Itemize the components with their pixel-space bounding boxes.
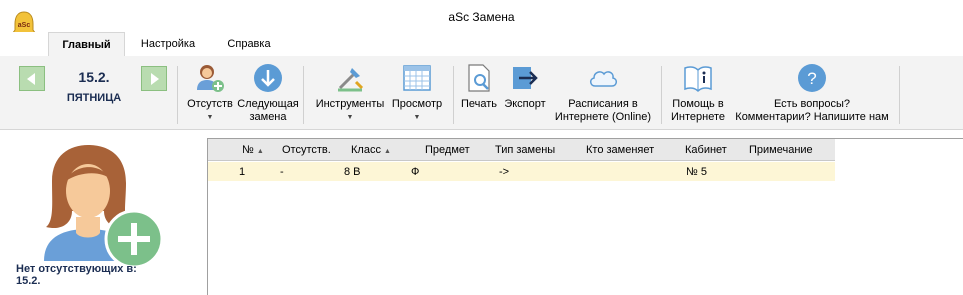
- questions-label: Есть вопросы? Комментарии? Напишите нам: [732, 98, 892, 124]
- questions-label-line2: Комментарии? Напишите нам: [735, 111, 889, 123]
- ribbon-separator: [453, 66, 454, 124]
- tools-button[interactable]: Инструменты ▼: [312, 62, 388, 128]
- arrow-right-icon: [151, 73, 159, 85]
- view-button[interactable]: Просмотр ▼: [388, 62, 446, 128]
- prev-day-button[interactable]: [19, 66, 45, 91]
- questions-label-line1: Есть вопросы?: [773, 98, 851, 110]
- online-help-label: Помощь в Интернете: [666, 98, 730, 124]
- dropdown-arrow-icon: ▼: [206, 114, 214, 121]
- current-date: 15.2.: [78, 69, 110, 85]
- ribbon-separator: [177, 66, 178, 124]
- cell-room: № 5: [686, 166, 707, 178]
- tab-settings[interactable]: Настройка: [133, 32, 203, 56]
- window-title: aSc Замена: [448, 10, 515, 24]
- dropdown-arrow-icon: ▼: [413, 114, 421, 121]
- tools-label: Инструменты: [315, 98, 385, 110]
- book-info-icon: [682, 62, 714, 94]
- online-help-button[interactable]: Помощь в Интернете: [666, 62, 730, 128]
- column-header-number-label: №: [242, 144, 254, 156]
- ribbon-separator: [303, 66, 304, 124]
- online-timetables-button[interactable]: Расписания в Интернете (Online): [551, 62, 655, 128]
- column-header-sub-type[interactable]: Тип замены: [495, 144, 555, 156]
- grid-header: № ▲ Отсутств. Класс ▲ Предмет Тип замены…: [208, 139, 835, 161]
- title-bar: aSc aSc Замена: [0, 0, 963, 40]
- substitutions-grid: № ▲ Отсутств. Класс ▲ Предмет Тип замены…: [207, 138, 963, 295]
- help-label-line2: Интернете: [671, 111, 725, 123]
- online-label-line2: Интернете (Online): [554, 111, 652, 123]
- column-header-note[interactable]: Примечание: [749, 144, 813, 156]
- column-header-subject[interactable]: Предмет: [425, 144, 470, 156]
- column-header-class-label: Класс: [351, 144, 381, 156]
- next-substitution-label: Следующая замена: [236, 98, 300, 124]
- next-substitution-label-line1: Следующая: [237, 98, 299, 110]
- view-label: Просмотр: [391, 98, 443, 110]
- next-substitution-button[interactable]: Следующая замена: [236, 62, 300, 128]
- ribbon-separator: [899, 66, 900, 124]
- online-label-line1: Расписания в: [568, 98, 638, 110]
- person-add-large-icon[interactable]: [30, 141, 166, 269]
- tools-icon: [334, 62, 366, 94]
- cell-absent: -: [280, 166, 284, 178]
- sort-up-icon: ▲: [384, 148, 391, 155]
- column-header-substitute[interactable]: Кто заменяет: [586, 144, 654, 156]
- tab-help[interactable]: Справка: [218, 32, 280, 56]
- current-weekday: ПЯТНИЦА: [66, 92, 122, 104]
- table-row[interactable]: 1 - 8 В Ф -> № 5: [208, 162, 835, 181]
- no-absent-line2: 15.2.: [16, 275, 41, 287]
- tab-main[interactable]: Главный: [48, 32, 125, 56]
- person-add-icon: [194, 62, 226, 94]
- column-header-class[interactable]: Класс ▲: [351, 144, 391, 156]
- no-absent-message: Нет отсутствующих в: 15.2.: [16, 263, 206, 287]
- cell-sub-type: ->: [499, 166, 510, 178]
- next-day-button[interactable]: [141, 66, 167, 91]
- export-label: Экспорт: [504, 98, 546, 110]
- table-grid-icon: [401, 62, 433, 94]
- export-arrow-icon: [509, 62, 541, 94]
- ribbon: 15.2. ПЯТНИЦА Отсутств ▼ Следующая замен…: [0, 56, 963, 130]
- print-label: Печать: [460, 98, 498, 110]
- export-button[interactable]: Экспорт: [500, 62, 550, 128]
- svg-text:?: ?: [807, 69, 816, 88]
- dropdown-arrow-icon: ▼: [346, 114, 354, 121]
- column-header-room[interactable]: Кабинет: [685, 144, 727, 156]
- ribbon-separator: [661, 66, 662, 124]
- no-absent-line1: Нет отсутствующих в:: [16, 263, 137, 275]
- cell-class: 8 В: [344, 166, 361, 178]
- print-preview-icon: [463, 62, 495, 94]
- question-circle-icon: ?: [796, 62, 828, 94]
- online-timetables-label: Расписания в Интернете (Online): [551, 98, 655, 124]
- cloud-icon: [587, 62, 619, 94]
- column-header-absent[interactable]: Отсутств.: [282, 144, 331, 156]
- absent-label: Отсутств: [187, 98, 233, 110]
- arrow-down-circle-icon: [252, 62, 284, 94]
- cell-subject: Ф: [411, 166, 420, 178]
- column-header-number[interactable]: № ▲: [242, 144, 264, 156]
- sort-up-icon: ▲: [256, 148, 264, 155]
- ribbon-tabs: Главный Настройка Справка: [0, 32, 963, 56]
- print-button[interactable]: Печать: [458, 62, 500, 128]
- help-label-line1: Помощь в: [672, 98, 724, 110]
- absent-button[interactable]: Отсутств ▼: [184, 62, 236, 128]
- questions-button[interactable]: ? Есть вопросы? Комментарии? Напишите на…: [732, 62, 892, 128]
- arrow-left-icon: [27, 73, 35, 85]
- cell-number: 1: [239, 166, 246, 178]
- next-substitution-label-line2: замена: [249, 111, 287, 123]
